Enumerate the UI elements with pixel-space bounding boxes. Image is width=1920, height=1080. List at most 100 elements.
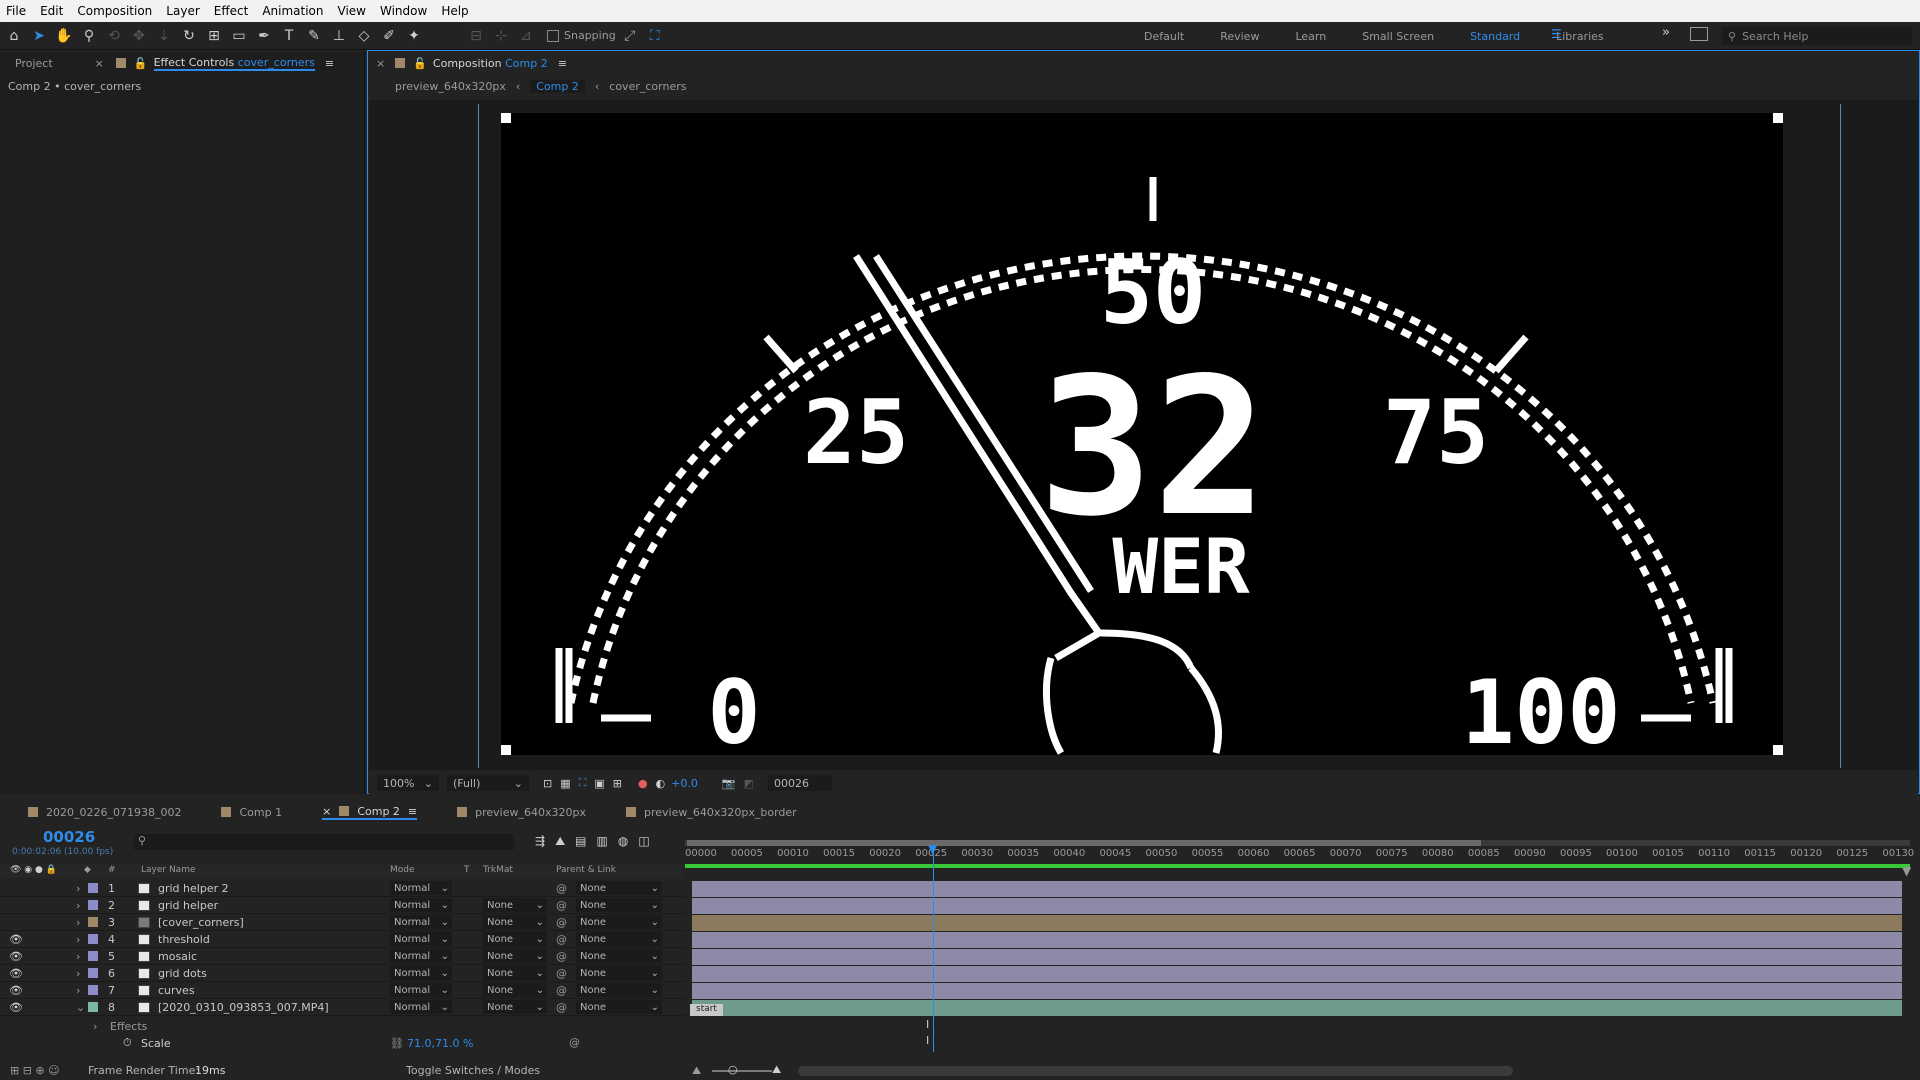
panel-menu-icon[interactable]: ≡ [408,805,417,818]
menu-item-animation[interactable]: Animation [262,4,323,18]
layer-row[interactable]: 👁 › 5 mosaic Normal ⌄ None ⌄ @ None ⌄ [0,948,685,965]
workspace-libraries[interactable]: Libraries [1556,30,1604,43]
axis-icon[interactable]: ⊹ [490,25,512,47]
parent-pickwhip-icon[interactable]: @ [556,982,567,998]
end-marker-icon[interactable]: ▼ [1902,864,1911,878]
label-color-swatch[interactable] [88,968,98,978]
clone-stamp-tool-icon[interactable]: ⊥ [328,25,350,47]
view-axis-icon[interactable]: ⊿ [515,25,537,47]
align-icon[interactable]: ⊟ [465,25,487,47]
draft-3d-icon[interactable]: ⛰ [555,834,565,849]
timeline-tab[interactable]: preview_640x320px_border [626,806,797,819]
composition-canvas[interactable]: 50 25 75 32 WER 0 100 [501,113,1783,755]
reset-exposure-icon[interactable]: ◐ [656,777,666,790]
layer-name[interactable]: threshold [158,931,210,947]
lock-icon[interactable]: 🔓 [413,57,427,70]
snap-edge-icon[interactable]: ⤢ [619,25,641,47]
parent-dropdown[interactable]: None ⌄ [576,881,662,895]
label-color-swatch[interactable] [88,1002,98,1012]
home-icon[interactable]: ⌂ [3,25,25,47]
effects-group-label[interactable]: Effects [110,1020,147,1033]
pan-tool-icon[interactable]: ✥ [128,25,150,47]
snapshot-icon[interactable]: 📷 [722,777,736,790]
timeline-tab[interactable]: × Comp 2 ≡ [322,805,418,820]
trkmat-dropdown[interactable]: None ⌄ [483,1000,547,1014]
parent-pickwhip-icon[interactable]: @ [556,948,567,964]
breadcrumb-item[interactable]: preview_640x320px [395,80,506,93]
search-help-field[interactable]: ⚲ Search Help [1722,27,1912,45]
layer-name[interactable]: curves [158,982,195,998]
layer-row[interactable]: › 1 grid helper 2 Normal ⌄ @ None ⌄ [0,880,685,897]
layer-name[interactable]: grid helper 2 [158,880,229,896]
menu-item-composition[interactable]: Composition [77,4,152,18]
breadcrumb-item[interactable]: cover_corners [609,80,686,93]
zoom-out-icon[interactable]: ⛰ [692,1064,701,1078]
timeline-tab[interactable]: Comp 1 [221,806,282,819]
rectangle-tool-icon[interactable]: ▭ [228,25,250,47]
timeline-tab[interactable]: preview_640x320px [457,806,586,819]
layer-row[interactable]: › 2 grid helper Normal ⌄ None ⌄ @ None ⌄ [0,897,685,914]
mode-dropdown[interactable]: Normal ⌄ [390,983,452,997]
label-color-swatch[interactable] [88,985,98,995]
layer-row[interactable]: 👁 › 4 threshold Normal ⌄ None ⌄ @ None ⌄ [0,931,685,948]
trkmat-dropdown[interactable]: None ⌄ [483,983,547,997]
constrain-proportions-icon[interactable]: ⛓ [390,1037,404,1050]
expand-chevron-icon[interactable]: › [76,897,80,913]
parent-pickwhip-icon[interactable]: @ [556,931,567,947]
parent-pickwhip-icon[interactable]: @ [556,965,567,981]
workspace-standard[interactable]: Standard [1470,30,1520,43]
menu-item-edit[interactable]: Edit [40,4,63,18]
exposure-value[interactable]: +0.0 [671,777,698,790]
workspace-review[interactable]: Review [1220,30,1259,43]
timeline-scrollbar[interactable] [798,1066,1513,1076]
workspace-menu-icon[interactable]: ☰ [1551,27,1562,41]
rotate-tool-icon[interactable]: ↻ [178,25,200,47]
channels-icon[interactable]: ● [638,777,648,790]
label-color-swatch[interactable] [88,951,98,961]
layer-name[interactable]: grid dots [158,965,207,981]
layer-duration-bar[interactable] [692,898,1902,914]
expression-pickwhip-icon[interactable]: @ [569,1036,580,1049]
stopwatch-icon[interactable]: ⏱ [123,1036,132,1050]
label-color-swatch[interactable] [88,917,98,927]
parent-dropdown[interactable]: None ⌄ [576,1000,662,1014]
layer-search-input[interactable]: ⚲ [134,834,514,850]
hand-tool-icon[interactable]: ✋ [53,25,75,47]
layer-duration-bar[interactable] [692,915,1902,931]
graph-editor-icon[interactable]: ◫ [638,834,649,849]
region-of-interest-icon[interactable]: ▣ [594,777,604,790]
layer-marker-start[interactable]: start [690,1004,723,1016]
zoom-dropdown[interactable]: 100% ⌄ [377,775,439,791]
mode-dropdown[interactable]: Normal ⌄ [390,898,452,912]
eye-icon[interactable]: 👁 [9,931,23,947]
expand-chevron-icon[interactable]: › [76,965,80,981]
toggle-switches-modes-button[interactable]: Toggle Switches / Modes [406,1064,540,1077]
parent-dropdown[interactable]: None ⌄ [576,915,662,929]
expand-chevron-icon[interactable]: › [76,931,80,947]
workspace-default[interactable]: Default [1144,30,1184,43]
selection-tool-icon[interactable]: ➤ [28,25,50,47]
show-snapshot-icon[interactable]: ◩ [744,777,754,790]
eye-icon[interactable]: 👁 [9,948,23,964]
expand-chevron-icon[interactable]: › [76,982,80,998]
timeline-tab[interactable]: 2020_0226_071938_002 [28,806,181,819]
parent-pickwhip-icon[interactable]: @ [556,897,567,913]
close-icon[interactable]: × [95,57,104,70]
fast-previews-icon[interactable]: ⊡ [543,777,552,790]
menu-item-help[interactable]: Help [441,4,468,18]
tab-effect-controls[interactable]: Effect Controls cover_corners [153,56,315,71]
current-frame-field[interactable]: 00026 [768,775,832,791]
layer-name[interactable]: [2020_0310_093853_007.MP4] [158,999,329,1015]
time-ruler[interactable]: 00000 00005 00010 00015 00020 00025 00030 00035… [685,840,1914,864]
layer-duration-bar[interactable] [692,881,1902,897]
frame-blending-icon[interactable]: ▥ [597,834,608,849]
layer-duration-bar[interactable] [692,983,1902,999]
scale-value[interactable]: 71.0,71.0 % [407,1037,473,1050]
brush-tool-icon[interactable]: ✎ [303,25,325,47]
parent-pickwhip-icon[interactable]: @ [556,880,567,896]
menu-item-view[interactable]: View [338,4,366,18]
snap-feature-icon[interactable]: ⛶ [644,25,666,47]
zoom-in-icon[interactable]: ⛰ [772,1063,781,1077]
workspace-small-screen[interactable]: Small Screen [1362,30,1434,43]
orbit-tool-icon[interactable]: ⟲ [103,25,125,47]
